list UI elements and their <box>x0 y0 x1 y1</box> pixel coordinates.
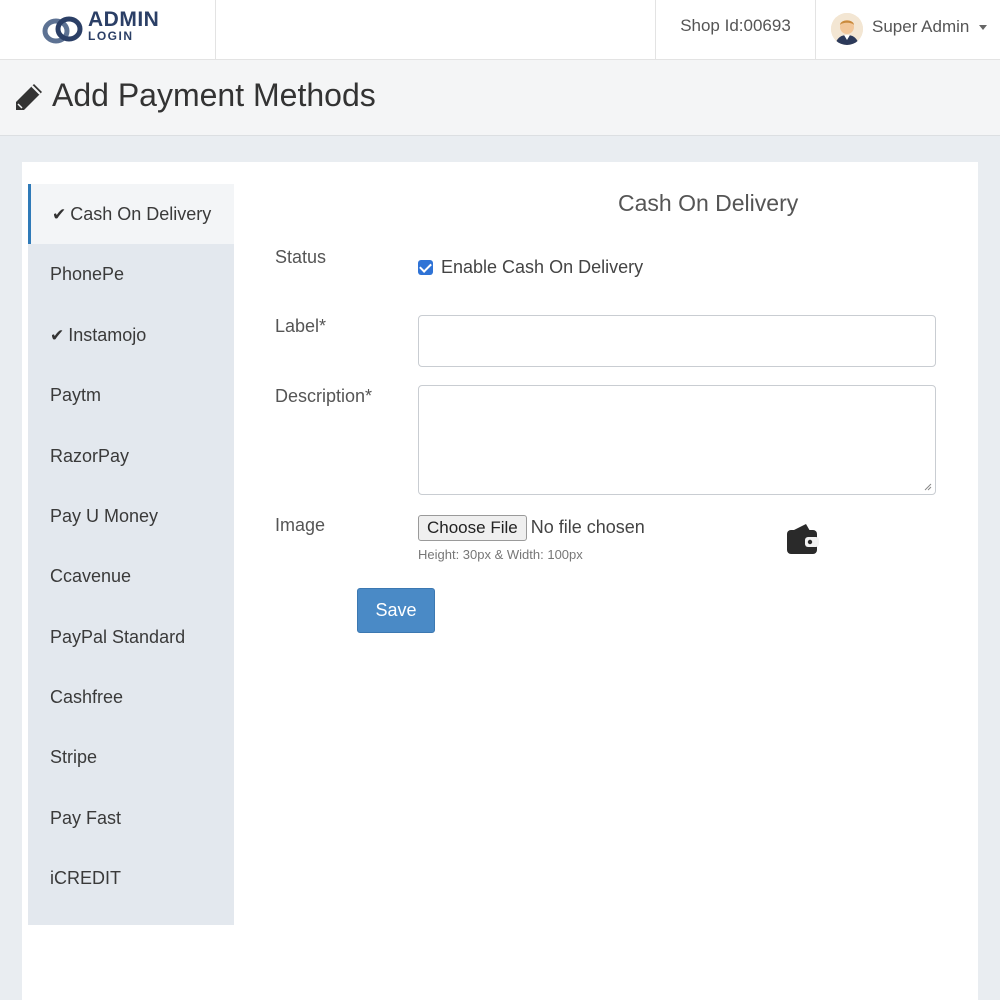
sidebar-item-cash-on-delivery[interactable]: ✔ Cash On Delivery <box>28 184 234 244</box>
checkmark-icon: ✔ <box>52 205 67 224</box>
enable-cod-checkbox-row[interactable]: Enable Cash On Delivery <box>418 257 643 278</box>
sidebar-item-stripe[interactable]: Stripe <box>28 727 234 787</box>
sidebar-item-label: PayPal Standard <box>50 627 186 647</box>
image-file-input[interactable]: Choose File No file chosen <box>418 515 645 541</box>
sidebar-item-label: Instamojo <box>68 325 147 345</box>
checkmark-icon: ✔ <box>50 326 65 345</box>
sidebar-item-label: iCREDIT <box>50 868 121 888</box>
sidebar-item-ccavenue[interactable]: Ccavenue <box>28 546 234 606</box>
sidebar-item-instamojo[interactable]: ✔ Instamojo <box>28 305 234 365</box>
user-name: Super Admin <box>872 17 970 36</box>
form-title: Cash On Delivery <box>618 190 799 216</box>
page-header: Add Payment Methods <box>0 60 1000 136</box>
enable-cod-checkbox[interactable] <box>418 260 433 275</box>
logo-mark-icon <box>42 16 83 44</box>
sidebar-item-label: PhonePe <box>50 264 125 284</box>
brand-main-text: ADMIN <box>88 8 160 31</box>
sidebar-item-icredit[interactable]: iCREDIT <box>28 848 234 908</box>
image-hint: Height: 30px & Width: 100px <box>418 547 583 562</box>
image-label: Image <box>275 515 326 535</box>
user-avatar-icon <box>831 13 863 45</box>
sidebar-item-label: Stripe <box>50 747 98 767</box>
sidebar-item-payumoney[interactable]: Pay U Money <box>28 486 234 546</box>
label-input[interactable] <box>418 315 936 367</box>
shop-id: Shop Id:00693 <box>655 0 816 59</box>
top-navbar: ADMIN LOGIN Shop Id:00693 Super Admin <box>0 0 1000 60</box>
sidebar-item-cashfree[interactable]: Cashfree <box>28 667 234 727</box>
sidebar-item-label: Paytm <box>50 385 102 405</box>
page-title: Add Payment Methods <box>52 77 376 113</box>
caret-down-icon <box>979 25 987 30</box>
sidebar-item-phonepe[interactable]: PhonePe <box>28 244 234 304</box>
save-button[interactable]: Save <box>357 588 435 633</box>
sidebar-item-label: Cashfree <box>50 687 124 707</box>
main-panel: ✔ Cash On Delivery PhonePe ✔ Instamojo Pay… <box>22 162 978 1000</box>
status-label: Status <box>275 247 327 267</box>
choose-file-button[interactable]: Choose File <box>418 515 527 541</box>
sidebar-item-label: Pay U Money <box>50 506 159 526</box>
sidebar-item-razorpay[interactable]: RazorPay <box>28 426 234 486</box>
description-field-label: Description* <box>275 386 373 406</box>
sidebar-item-label: Pay Fast <box>50 808 122 828</box>
wallet-icon <box>787 524 819 554</box>
sidebar-item-label: Ccavenue <box>50 566 132 586</box>
no-file-text: No file chosen <box>530 517 645 537</box>
sidebar-item-paytm[interactable]: Paytm <box>28 365 234 425</box>
payment-methods-sidebar: ✔ Cash On Delivery PhonePe ✔ Instamojo Pay… <box>28 184 234 925</box>
user-menu[interactable]: Super Admin <box>817 0 1000 59</box>
resize-grip-icon[interactable] <box>923 482 932 491</box>
label-field-label: Label* <box>275 316 327 336</box>
enable-cod-label: Enable Cash On Delivery <box>441 257 644 277</box>
description-textarea[interactable] <box>418 385 936 495</box>
pencil-icon <box>16 84 42 110</box>
sidebar-item-label: Cash On Delivery <box>70 204 212 224</box>
sidebar-item-label: RazorPay <box>50 446 130 466</box>
sidebar-item-paypal-standard[interactable]: PayPal Standard <box>28 607 234 667</box>
sidebar-item-payfast[interactable]: Pay Fast <box>28 788 234 848</box>
brand-logo[interactable]: ADMIN LOGIN <box>0 0 216 59</box>
brand-sub-text: LOGIN <box>88 29 134 43</box>
